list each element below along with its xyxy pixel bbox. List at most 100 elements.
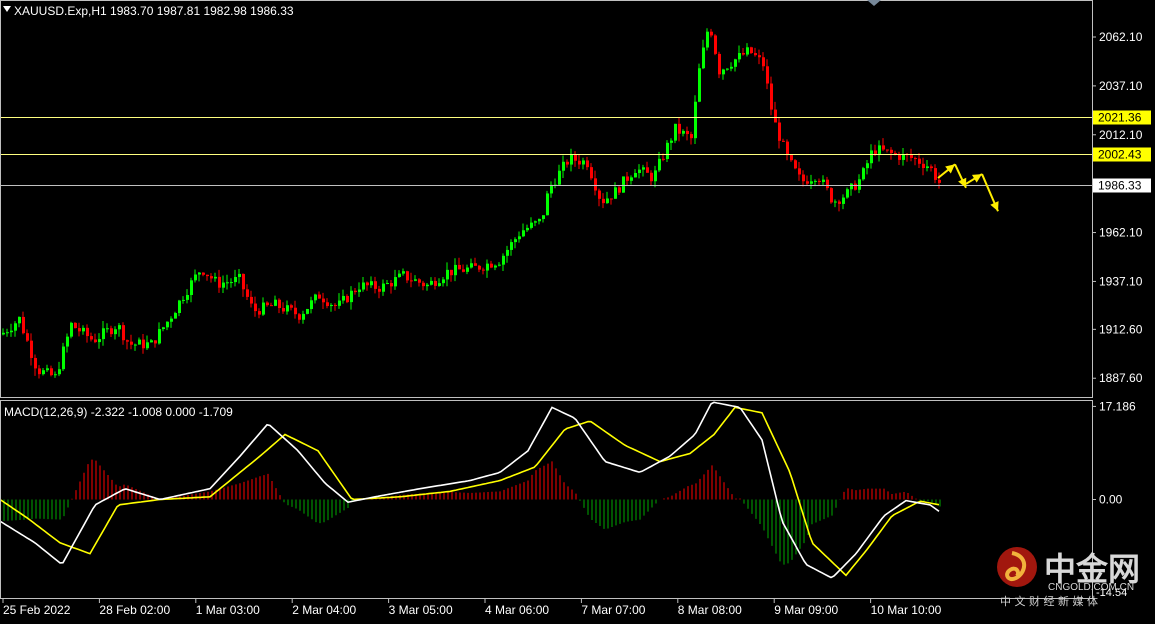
- candle-body: [258, 311, 261, 315]
- candle-body: [682, 130, 685, 134]
- candle-body: [786, 141, 789, 156]
- chart-svg: XAUUSD.Exp,H1 1983.70 1987.81 1982.98 19…: [0, 0, 1155, 619]
- candle-body: [166, 321, 169, 328]
- watermark-tagline: 中 文 财 经 新 媒 体: [1000, 594, 1098, 608]
- price-tick-label: 1887.60: [1099, 371, 1143, 385]
- candle-body: [58, 369, 61, 375]
- candle-body: [506, 249, 509, 256]
- candle-body: [578, 160, 581, 165]
- candle-body: [110, 328, 113, 335]
- candle-body: [370, 281, 373, 286]
- candle-body: [270, 305, 273, 307]
- candle-body: [306, 309, 309, 314]
- candle-body: [134, 344, 137, 346]
- candle-body: [442, 279, 445, 284]
- candle-body: [498, 264, 501, 266]
- candle-body: [286, 305, 289, 312]
- candle-body: [366, 282, 369, 286]
- candle-body: [94, 339, 97, 343]
- candle-body: [158, 329, 161, 344]
- candle-body: [738, 53, 741, 60]
- candle-body: [542, 215, 545, 219]
- candle-body: [234, 277, 237, 283]
- candle-body: [10, 330, 13, 333]
- symbol-header: XAUUSD.Exp,H1 1983.70 1987.81 1982.98 19…: [14, 4, 294, 18]
- candle-body: [918, 158, 921, 164]
- candle-body: [426, 284, 429, 287]
- candle-body: [678, 123, 681, 134]
- candle-body: [666, 142, 669, 159]
- candle-body: [718, 53, 721, 75]
- candle-body: [206, 274, 209, 277]
- candle-body: [806, 181, 809, 184]
- candle-body: [722, 69, 725, 75]
- candle-body: [526, 227, 529, 231]
- candle-body: [50, 368, 53, 376]
- chart-background: [0, 0, 1155, 619]
- candle-body: [634, 172, 637, 178]
- candle-body: [874, 150, 877, 154]
- candle-body: [38, 368, 41, 375]
- candle-body: [142, 339, 145, 349]
- candle-body: [130, 341, 133, 345]
- candle-body: [302, 313, 305, 320]
- price-tick-label: 1937.10: [1099, 274, 1143, 288]
- candle-body: [330, 304, 333, 307]
- candle-body: [934, 168, 937, 180]
- candle-body: [522, 230, 525, 237]
- candle-body: [46, 368, 49, 371]
- candle-body: [2, 332, 5, 335]
- candle-body: [182, 299, 185, 301]
- candle-body: [262, 302, 265, 315]
- candle-body: [746, 47, 749, 55]
- candle-body: [614, 187, 617, 199]
- candle-body: [606, 198, 609, 204]
- candle-body: [878, 145, 881, 154]
- candle-body: [922, 163, 925, 169]
- candle-body: [926, 166, 929, 169]
- candle-body: [546, 193, 549, 216]
- candle-body: [734, 59, 737, 67]
- candle-body: [338, 300, 341, 306]
- candle-body: [122, 325, 125, 341]
- candle-body: [558, 170, 561, 185]
- candle-body: [190, 280, 193, 296]
- candle-body: [658, 158, 661, 171]
- candle-body: [222, 282, 225, 288]
- level-labels-layer: 2021.36 2002.43 1986.33: [1093, 110, 1151, 193]
- candle-body: [646, 167, 649, 173]
- candle-body: [494, 265, 497, 268]
- candle-body: [318, 294, 321, 299]
- candle-body: [710, 31, 713, 36]
- price-tick-label: 1962.10: [1099, 226, 1143, 240]
- candle-body: [706, 31, 709, 48]
- candle-body: [782, 140, 785, 142]
- candle-body: [146, 342, 149, 349]
- candle-body: [22, 316, 25, 334]
- candle-body: [454, 264, 457, 276]
- candle-body: [78, 328, 81, 332]
- candle-body: [282, 308, 285, 312]
- candle-body: [750, 47, 753, 54]
- candle-body: [278, 299, 281, 309]
- candle-body: [818, 180, 821, 182]
- price-tick-label: 2062.10: [1099, 30, 1143, 44]
- candle-body: [586, 160, 589, 168]
- candle-body: [590, 167, 593, 179]
- candle-body: [698, 68, 701, 102]
- candle-body: [274, 299, 277, 306]
- candle-body: [626, 176, 629, 181]
- candle-body: [162, 327, 165, 330]
- candle-body: [238, 273, 241, 278]
- candle-body: [250, 296, 253, 304]
- candle-body: [298, 314, 301, 320]
- candle-body: [266, 302, 269, 306]
- candle-body: [694, 101, 697, 139]
- candle-body: [118, 325, 121, 330]
- candle-body: [18, 316, 21, 324]
- candle-body: [34, 357, 37, 369]
- candle-body: [862, 168, 865, 180]
- candle-body: [414, 279, 417, 281]
- candle-body: [802, 174, 805, 182]
- candle-body: [510, 242, 513, 250]
